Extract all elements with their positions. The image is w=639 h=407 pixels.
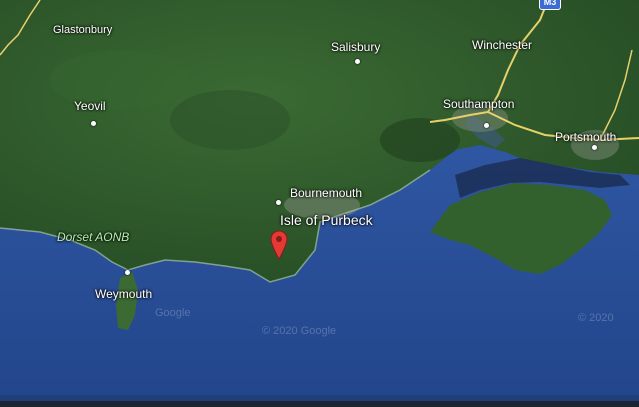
- label-isle-of-purbeck[interactable]: Isle of Purbeck: [280, 212, 373, 228]
- location-pin-icon[interactable]: [269, 230, 289, 260]
- weymouth-dot: [125, 270, 130, 275]
- label-bournemouth[interactable]: Bournemouth: [290, 186, 362, 200]
- bottom-bar: [0, 401, 639, 407]
- bournemouth-dot: [276, 200, 281, 205]
- yeovil-dot: [91, 121, 96, 126]
- salisbury-dot: [355, 59, 360, 64]
- label-winchester[interactable]: Winchester: [472, 38, 532, 52]
- label-weymouth[interactable]: Weymouth: [95, 287, 152, 301]
- label-dorset-aonb[interactable]: Dorset AONB: [57, 230, 129, 244]
- copyright-watermark: © 2020 Google: [262, 325, 337, 337]
- satellite-map[interactable]: Google © 2020 Google © 2020 M3 Glastonbu…: [0, 0, 639, 407]
- label-salisbury[interactable]: Salisbury: [331, 40, 380, 54]
- label-portsmouth[interactable]: Portsmouth: [555, 130, 616, 144]
- copyright-watermark-right: © 2020: [578, 312, 614, 324]
- southampton-dot: [484, 123, 489, 128]
- google-watermark: Google: [155, 307, 191, 319]
- label-yeovil[interactable]: Yeovil: [74, 99, 106, 113]
- label-southampton[interactable]: Southampton: [443, 97, 514, 111]
- map-terrain: [0, 0, 639, 407]
- m3-road-shield: M3: [539, 0, 561, 10]
- portsmouth-dot: [592, 145, 597, 150]
- label-glastonbury[interactable]: Glastonbury: [53, 24, 112, 36]
